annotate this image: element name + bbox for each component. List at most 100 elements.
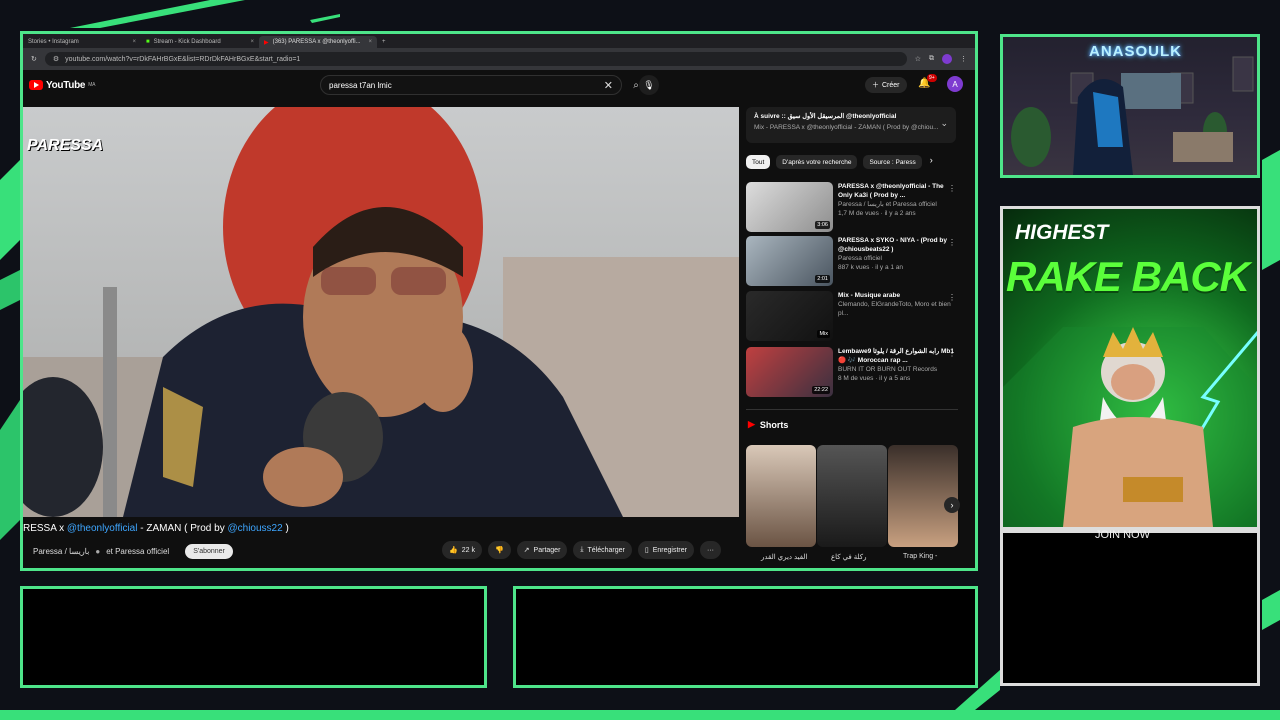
chip-search[interactable]: D'après votre recherche [776,155,858,169]
ad-headline: HIGHEST [1015,221,1109,244]
reload-icon[interactable]: ↻ [31,55,37,63]
recommendation-item[interactable]: 3:06 PARESSA x @theonlyofficial - The On… [746,182,958,234]
like-button[interactable]: 👍 22 k [442,541,482,559]
tab-youtube[interactable]: ▶ (363) PARESSA x @theonlyoffi... × [259,36,377,48]
title-mention-link[interactable]: @chiouss22 [227,523,282,534]
tab-label: Stream - Kick Dashboard [153,39,221,45]
chip-all[interactable]: Tout [746,155,771,169]
channel-row: Paressa / باريسا ● et Paressa officiel S… [33,542,233,560]
tab-instagram[interactable]: Stories • Instagram × [23,36,141,48]
search-input[interactable]: paressa t7an lmic ✕ [320,75,622,95]
channel-collab[interactable]: et Paressa officiel [106,547,169,556]
download-icon: ⤓ [580,546,584,553]
create-button[interactable]: ＋ Créer [865,77,907,93]
mic-icon[interactable]: 🎙 [639,75,659,95]
bookmark-icon: ▯ [644,547,649,554]
profile-icon[interactable] [942,54,952,64]
site-info-icon[interactable]: ⚙ [53,55,59,63]
like-count: 22 k [461,546,475,554]
menu-icon[interactable]: ⋮ [960,55,967,63]
logo-text: YouTube [46,79,86,91]
rec-channel: Paressa / باريسا et Paressa officiel [838,201,937,208]
close-tab-icon[interactable]: × [368,39,372,45]
rec-title: Mix - Musique arabe [838,292,901,299]
recommendation-item[interactable]: 22:22 Lembawe9 رابه الشوارع الرقة / يلوث… [746,347,958,399]
video-thumbnail: Mix [746,291,833,341]
avatar[interactable]: A [947,76,963,92]
video-watermark: PARESSA [27,137,104,154]
webcam-panel: ANASOULK [1000,34,1260,178]
join-panel[interactable]: JOIN NOW [1000,529,1260,686]
shorts-icon: ▶ [748,419,755,429]
youtube-play-icon [29,80,43,90]
share-button[interactable]: ↗ Partager [516,541,568,559]
duration-badge: 3:06 [815,221,830,229]
youtube-header: YouTube MA paressa t7an lmic ✕ ⌕ 🎙 ＋ Créer … [23,70,975,100]
recommendation-item[interactable]: 2:01 PARESSA x SYKO - NIYA - (Prod by @c… [746,236,958,288]
zeus-illustration [1003,327,1257,527]
video-title: RESSA x @theonlyofficial - ZAMAN ( Prod … [23,523,289,534]
close-tab-icon[interactable]: × [250,39,254,45]
up-next-panel[interactable]: À suivre :: المرسيقل الأول سيق @theonlyo… [746,107,956,143]
rec-channel: BURN IT OR BURN OUT Records [838,366,938,373]
title-mention-link[interactable]: @theonlyofficial [67,523,138,534]
divider [746,409,958,410]
more-icon[interactable]: ⋮ [948,184,956,193]
extensions-icon[interactable]: ⧉ [929,55,934,63]
short-thumbnail[interactable] [817,445,887,547]
empty-panel-center [513,586,978,688]
new-tab-button[interactable]: + [377,36,397,48]
title-part: RESSA x [23,523,67,534]
chevron-down-icon[interactable]: ⌄ [940,118,948,129]
verified-icon: ● [95,546,101,556]
tab-bar: Stories • Instagram × ■ Stream - Kick Dash… [23,34,975,48]
thumbs-down-icon: 👎 [494,547,504,554]
chevron-right-icon[interactable]: › [930,155,933,169]
more-icon[interactable]: ⋮ [948,349,956,358]
title-part: - ZAMAN ( Prod by [137,523,228,534]
subscribe-button[interactable]: S'abonner [185,543,233,559]
share-label: Partager [533,546,561,554]
bookmark-star-icon[interactable]: ☆ [915,55,921,63]
tab-kick[interactable]: ■ Stream - Kick Dashboard × [141,36,259,48]
video-actions: 👍 22 k 👎 ↗ Partager ⤓ Télécharger ▯ Enregist… [442,541,721,559]
tab-label: (363) PARESSA x @theonlyoffi... [272,39,361,45]
duration-badge: Mix [817,330,830,338]
more-icon[interactable]: ⋮ [948,293,956,302]
channel-name[interactable]: Paressa / باريسا [33,547,89,556]
download-button[interactable]: ⤓ Télécharger [573,541,632,559]
thumbs-up-icon: 👍 [449,547,458,554]
short-thumbnail[interactable] [888,445,958,547]
short-thumbnail[interactable] [746,445,816,547]
recommendation-item[interactable]: Mix Mix - Musique arabe Clemando, ElGrand… [746,291,958,343]
chip-source[interactable]: Source : Paress [863,155,922,169]
clear-search-icon[interactable]: ✕ [604,79,613,92]
recommendation-info: PARESSA x SYKO - NIYA - (Prod by @chious… [838,236,958,288]
download-label: Télécharger [587,546,625,554]
rec-meta: 8 M de vues · il y a 5 ans [838,375,911,382]
shorts-header: ▶ Shorts [748,419,788,430]
rec-title: Lembawe9 رابه الشوارع الرقة / يلوثا Mb1 … [838,348,954,364]
rec-title: PARESSA x SYKO - NIYA - (Prod by @chious… [838,237,947,253]
browser-window: Stories • Instagram × ■ Stream - Kick Dash… [20,31,978,571]
youtube-tab-icon: ▶ [264,39,269,46]
shorts-label: Shorts [759,419,789,430]
address-bar: ↻ ⚙ youtube.com/watch?v=rDkFAHrBGxE&list=… [23,48,975,70]
video-thumbnail: 22:22 [746,347,833,397]
video-frame [23,107,739,517]
more-actions-button[interactable]: ··· [699,541,721,559]
sponsor-ad[interactable]: HIGHEST RAKE BACK [1000,206,1260,530]
save-button[interactable]: ▯ Enregistrer [637,541,694,559]
rec-meta: 887 k vues · il y a 1 an [838,264,904,271]
youtube-logo[interactable]: YouTube MA [29,80,95,91]
more-icon[interactable]: ⋮ [948,238,956,247]
rec-channel: Clemando, ElGrandeToto, Moro et bien pl.… [838,301,951,317]
empty-panel-left [20,586,487,688]
dislike-button[interactable]: 👎 [487,541,511,559]
recommendation-info: Lembawe9 رابه الشوارع الرقة / يلوثا Mb1 … [838,347,958,399]
url-field[interactable]: ⚙ youtube.com/watch?v=rDkFAHrBGxE&list=RD… [44,52,907,66]
close-tab-icon[interactable]: × [132,39,136,45]
video-player[interactable]: PARESSA [23,107,739,517]
rec-meta: 1,7 M de vues · il y a 2 ans [838,210,916,217]
shorts-next-button[interactable]: › [944,497,960,513]
